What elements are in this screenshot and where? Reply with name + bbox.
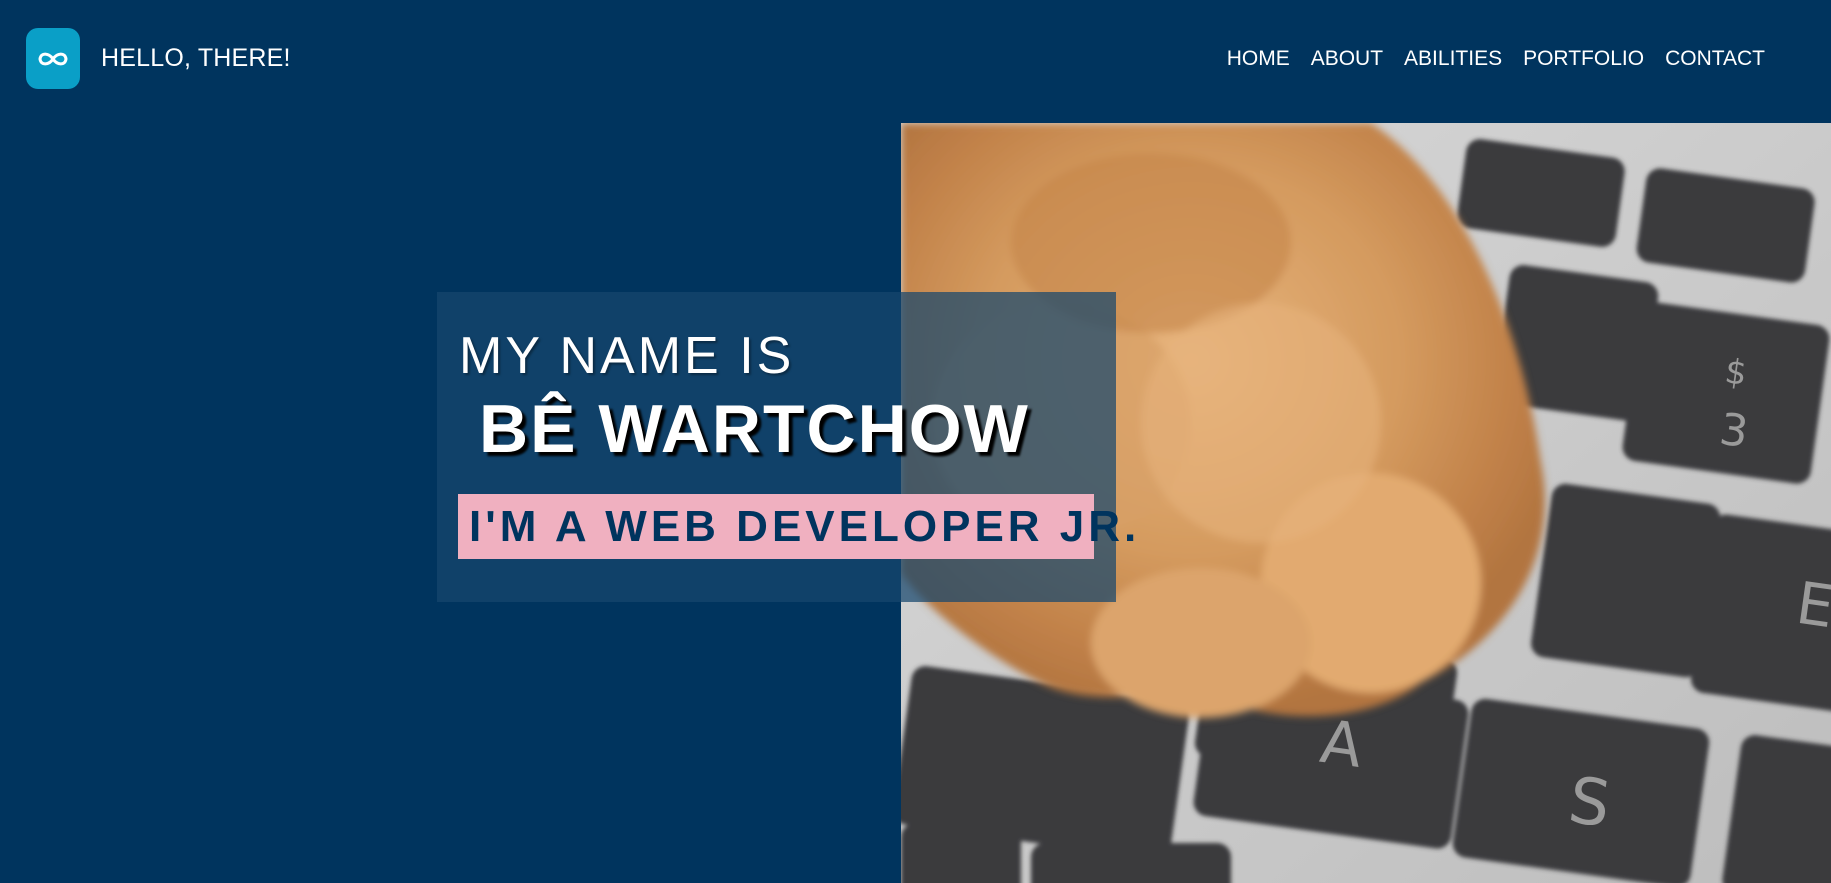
intro-heading: MY NAME IS xyxy=(459,327,795,385)
developer-name: BÊ WARTCHOW xyxy=(479,391,1030,467)
main-nav: HOME ABOUT ABILITIES PORTFOLIO CONTACT xyxy=(1227,46,1765,72)
site-title[interactable]: HELLO, THERE! xyxy=(101,42,291,74)
logo[interactable] xyxy=(26,28,80,89)
nav-contact[interactable]: CONTACT xyxy=(1665,46,1765,72)
nav-about[interactable]: ABOUT xyxy=(1311,46,1383,72)
nav-abilities[interactable]: ABILITIES xyxy=(1404,46,1502,72)
nav-portfolio[interactable]: PORTFOLIO xyxy=(1523,46,1644,72)
site-header: HELLO, THERE! HOME ABOUT ABILITIES PORTF… xyxy=(0,0,1831,122)
role-badge: I'M A WEB DEVELOPER JR. xyxy=(458,494,1136,559)
nav-home[interactable]: HOME xyxy=(1227,46,1290,72)
page: HELLO, THERE! HOME ABOUT ABILITIES PORTF… xyxy=(0,0,1831,883)
intro-card: MY NAME IS BÊ WARTCHOW I'M A WEB DEVELOP… xyxy=(437,292,1136,602)
infinity-icon xyxy=(36,49,70,69)
